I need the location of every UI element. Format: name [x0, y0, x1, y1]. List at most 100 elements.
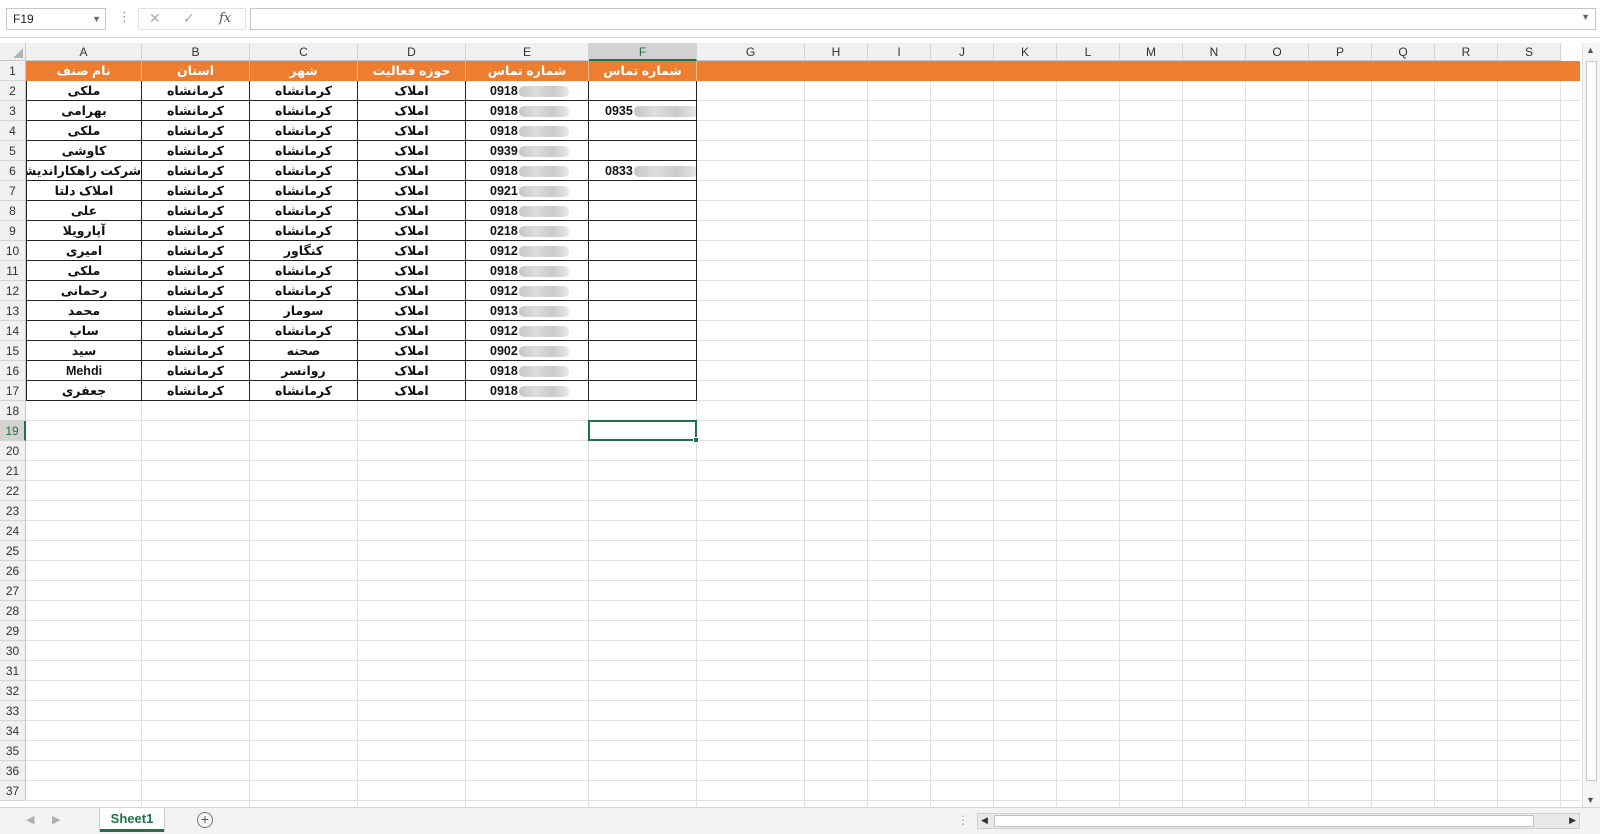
table-cell[interactable] [589, 381, 697, 401]
row-header-19[interactable]: 19 [0, 421, 26, 441]
table-cell[interactable]: شرکت راهکاراندیشان [26, 161, 142, 181]
table-cell[interactable]: کرمانشاه [142, 201, 250, 221]
table-cell[interactable]: کرمانشاه [142, 321, 250, 341]
row-header-20[interactable]: 20 [0, 441, 26, 461]
table-cell[interactable]: کرمانشاه [142, 81, 250, 101]
table-cell[interactable]: کرمانشاه [250, 81, 358, 101]
row-header-23[interactable]: 23 [0, 501, 26, 521]
table-cell[interactable]: املاک [358, 201, 466, 221]
table-cell[interactable]: 0918 [466, 381, 589, 401]
table-cell[interactable]: املاک [358, 161, 466, 181]
table-cell[interactable]: کنگاور [250, 241, 358, 261]
row-header-22[interactable]: 22 [0, 481, 26, 501]
row-header-5[interactable]: 5 [0, 141, 26, 161]
table-cell[interactable]: محمد [26, 301, 142, 321]
prev-sheet-icon[interactable]: ◀ [26, 813, 34, 826]
row-header-8[interactable]: 8 [0, 201, 26, 221]
table-cell[interactable]: کرمانشاه [142, 341, 250, 361]
row-header-17[interactable]: 17 [0, 381, 26, 401]
table-cell[interactable]: املاک [358, 361, 466, 381]
row-header-1[interactable]: 1 [0, 61, 26, 81]
column-header-e[interactable]: E [466, 43, 589, 61]
row-header-16[interactable]: 16 [0, 361, 26, 381]
table-cell[interactable]: کرمانشاه [250, 321, 358, 341]
row-header-15[interactable]: 15 [0, 341, 26, 361]
row-header-4[interactable]: 4 [0, 121, 26, 141]
table-cell[interactable]: 0918 [466, 261, 589, 281]
table-cell[interactable]: بهرامی [26, 101, 142, 121]
table-cell[interactable]: 0918 [466, 101, 589, 121]
table-cell[interactable]: 0902 [466, 341, 589, 361]
header-cell[interactable]: شهر [250, 61, 358, 81]
table-cell[interactable]: 0918 [466, 361, 589, 381]
table-cell[interactable]: امیری [26, 241, 142, 261]
table-cell[interactable]: صحنه [250, 341, 358, 361]
table-cell[interactable]: کرمانشاه [142, 261, 250, 281]
table-cell[interactable]: 0935 [589, 101, 697, 121]
vertical-scrollbar[interactable]: ▲ ▼ [1582, 43, 1600, 807]
row-header-33[interactable]: 33 [0, 701, 26, 721]
row-header-14[interactable]: 14 [0, 321, 26, 341]
column-header-g[interactable]: G [697, 43, 805, 61]
table-cell[interactable]: کرمانشاه [250, 161, 358, 181]
next-sheet-icon[interactable]: ▶ [52, 813, 60, 826]
scroll-up-icon[interactable]: ▲ [1586, 45, 1595, 55]
close-icon[interactable]: ✕ [149, 10, 161, 27]
table-cell[interactable]: 0921 [466, 181, 589, 201]
column-header-r[interactable]: R [1435, 43, 1498, 61]
row-header-10[interactable]: 10 [0, 241, 26, 261]
header-cell[interactable]: شماره تماس [589, 61, 697, 81]
row-header-13[interactable]: 13 [0, 301, 26, 321]
row-header-28[interactable]: 28 [0, 601, 26, 621]
table-cell[interactable]: املاک دلتا [26, 181, 142, 201]
table-cell[interactable]: کرمانشاه [250, 201, 358, 221]
table-cell[interactable]: 0833 [589, 161, 697, 181]
table-cell[interactable]: ملکی [26, 121, 142, 141]
table-cell[interactable]: 0918 [466, 81, 589, 101]
table-cell[interactable] [589, 81, 697, 101]
table-cell[interactable]: 0912 [466, 241, 589, 261]
column-header-k[interactable]: K [994, 43, 1057, 61]
table-cell[interactable]: روانسر [250, 361, 358, 381]
horizontal-scrollbar[interactable]: ◀ ▶ [977, 813, 1580, 829]
table-cell[interactable]: کرمانشاه [250, 121, 358, 141]
table-cell[interactable] [589, 341, 697, 361]
column-header-o[interactable]: O [1246, 43, 1309, 61]
row-header-2[interactable]: 2 [0, 81, 26, 101]
table-cell[interactable]: املاک [358, 321, 466, 341]
row-header-27[interactable]: 27 [0, 581, 26, 601]
table-cell[interactable]: کرمانشاه [142, 301, 250, 321]
column-header-b[interactable]: B [142, 43, 250, 61]
table-cell[interactable]: املاک [358, 181, 466, 201]
row-header-24[interactable]: 24 [0, 521, 26, 541]
table-cell[interactable]: املاک [358, 261, 466, 281]
header-cell[interactable]: استان [142, 61, 250, 81]
table-cell[interactable]: سید [26, 341, 142, 361]
formula-input[interactable]: ▼ [250, 8, 1596, 30]
table-cell[interactable]: کرمانشاه [250, 281, 358, 301]
table-cell[interactable]: کرمانشاه [250, 221, 358, 241]
row-header-26[interactable]: 26 [0, 561, 26, 581]
column-header-f[interactable]: F [589, 43, 697, 61]
table-cell[interactable]: کرمانشاه [142, 381, 250, 401]
row-header-12[interactable]: 12 [0, 281, 26, 301]
vertical-scroll-thumb[interactable] [1586, 61, 1597, 781]
table-cell[interactable]: کرمانشاه [142, 221, 250, 241]
table-cell[interactable]: کرمانشاه [142, 101, 250, 121]
table-cell[interactable]: املاک [358, 381, 466, 401]
more-vertical-icon[interactable]: ⋮ [118, 9, 131, 25]
table-cell[interactable]: 0939 [466, 141, 589, 161]
horizontal-scroll-thumb[interactable] [994, 815, 1534, 827]
table-cell[interactable]: کرمانشاه [142, 361, 250, 381]
row-header-18[interactable]: 18 [0, 401, 26, 421]
table-cell[interactable] [589, 181, 697, 201]
table-cell[interactable] [589, 261, 697, 281]
column-header-p[interactable]: P [1309, 43, 1372, 61]
table-cell[interactable] [589, 281, 697, 301]
row-header-34[interactable]: 34 [0, 721, 26, 741]
plus-circle-icon[interactable]: + [197, 812, 213, 828]
column-header-l[interactable]: L [1057, 43, 1120, 61]
row-header-30[interactable]: 30 [0, 641, 26, 661]
row-header-31[interactable]: 31 [0, 661, 26, 681]
table-cell[interactable]: کرمانشاه [250, 181, 358, 201]
